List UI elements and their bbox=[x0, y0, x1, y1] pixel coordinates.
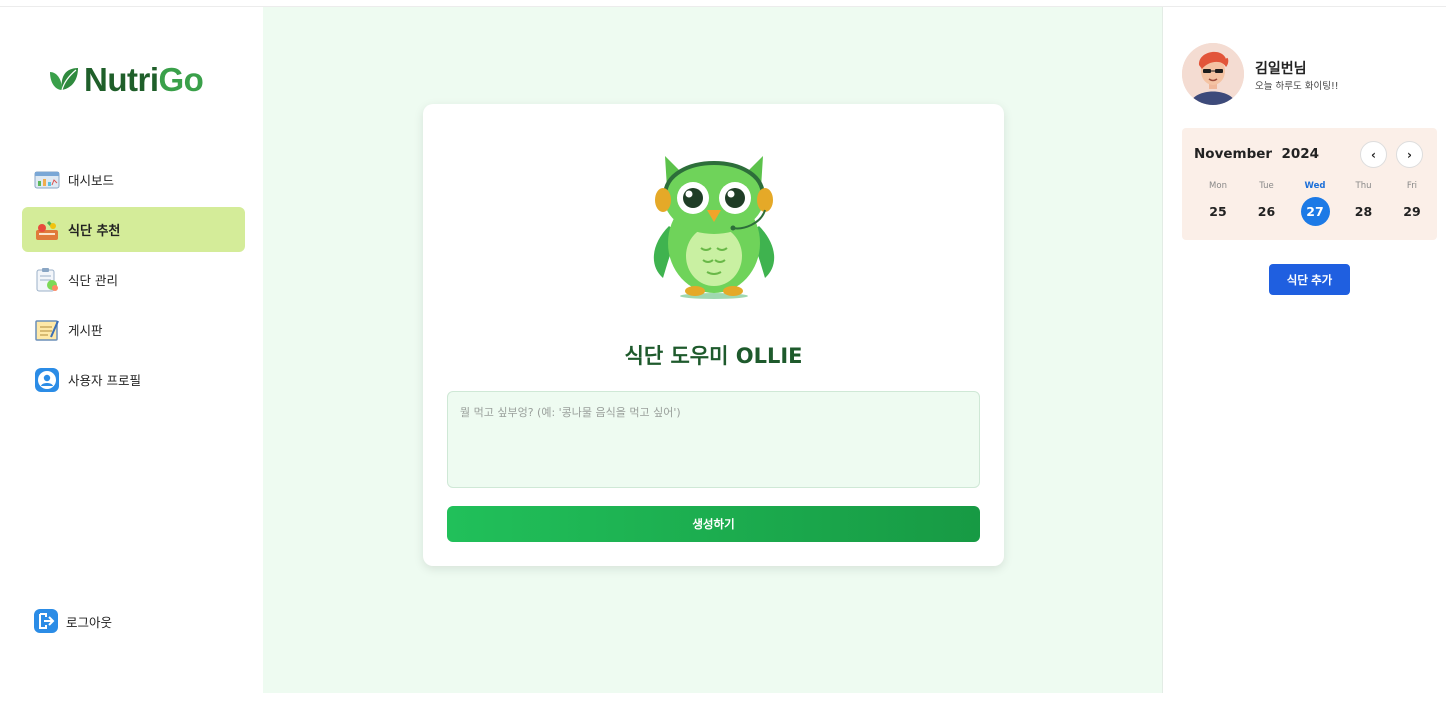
generate-button[interactable]: 생성하기 bbox=[447, 506, 980, 542]
user-name: 김일번님 bbox=[1255, 61, 1307, 77]
day-name: Tue bbox=[1259, 181, 1274, 191]
board-icon bbox=[34, 317, 60, 343]
owl-mascot-icon bbox=[653, 156, 775, 299]
day-name: Wed bbox=[1304, 181, 1326, 191]
day-date: 26 bbox=[1257, 204, 1276, 219]
calendar-month-year: November 2024 bbox=[1194, 146, 1320, 162]
chevron-right-icon: › bbox=[1407, 147, 1412, 162]
add-meal-button[interactable]: 식단 추가 bbox=[1269, 264, 1350, 295]
right-panel: 김일번님 오늘 하루도 화이팅!! November 2024 ‹ › Mon … bbox=[1164, 7, 1446, 693]
avatar[interactable] bbox=[1182, 43, 1244, 105]
day-date: 27 bbox=[1300, 197, 1330, 226]
logout-icon bbox=[34, 609, 58, 633]
day-name: Thu bbox=[1355, 181, 1372, 191]
sidebar-item-meal-recommend[interactable]: 식단 추천 bbox=[22, 207, 245, 252]
day-date: 28 bbox=[1354, 204, 1373, 219]
dashboard-icon bbox=[34, 167, 60, 193]
main-content: 식단 도우미 OLLIE 생성하기 bbox=[263, 7, 1163, 693]
sidebar-item-label: 대시보드 bbox=[68, 173, 115, 188]
sidebar-item-dashboard[interactable]: 대시보드 bbox=[22, 157, 245, 202]
meal-request-input[interactable] bbox=[447, 391, 980, 488]
calendar-day-selected[interactable]: Wed 27 bbox=[1299, 181, 1331, 226]
calendar-day[interactable]: Mon 25 bbox=[1202, 181, 1234, 226]
user-greeting: 오늘 하루도 화이팅!! bbox=[1255, 81, 1339, 92]
sidebar-item-user-profile[interactable]: 사용자 프로필 bbox=[22, 357, 245, 402]
meal-recommend-icon bbox=[34, 217, 60, 243]
sidebar-item-label: 사용자 프로필 bbox=[68, 373, 141, 388]
day-date: 25 bbox=[1209, 204, 1227, 219]
day-date: 29 bbox=[1403, 204, 1421, 219]
user-profile-icon bbox=[34, 367, 60, 393]
assistant-title: 식단 도우미 OLLIE bbox=[624, 344, 803, 368]
calendar-day[interactable]: Thu 28 bbox=[1348, 181, 1380, 226]
logo[interactable]: NutriGo bbox=[48, 61, 204, 99]
next-week-button[interactable]: › bbox=[1396, 141, 1423, 168]
day-name: Fri bbox=[1406, 181, 1418, 191]
week-calendar: November 2024 ‹ › Mon 25 Tue 26 Wed 27 T… bbox=[1182, 128, 1437, 240]
leaf-logo-icon bbox=[50, 68, 78, 91]
sidebar-item-label: 게시판 bbox=[68, 323, 103, 338]
calendar-day[interactable]: Tue 26 bbox=[1251, 181, 1283, 226]
meal-manage-icon bbox=[34, 267, 60, 293]
day-name: Mon bbox=[1209, 181, 1227, 191]
sidebar-nav: 대시보드 식단 추천 식단 관리 게시판 사용자 프로필 bbox=[22, 157, 245, 407]
chevron-left-icon: ‹ bbox=[1371, 147, 1376, 162]
brand-name: NutriGo bbox=[84, 61, 204, 98]
sidebar-item-meal-manage[interactable]: 식단 관리 bbox=[22, 257, 245, 302]
chat-card: 식단 도우미 OLLIE 생성하기 bbox=[423, 104, 1004, 566]
sidebar: NutriGo 대시보드 식단 추천 식단 관리 게시판 사용자 프로필 로그아… bbox=[0, 7, 263, 693]
sidebar-item-board[interactable]: 게시판 bbox=[22, 307, 245, 352]
prev-week-button[interactable]: ‹ bbox=[1360, 141, 1387, 168]
logout-button[interactable]: 로그아웃 bbox=[34, 609, 112, 633]
user-avatar-icon bbox=[1182, 43, 1244, 105]
sidebar-item-label: 식단 관리 bbox=[68, 273, 118, 288]
sidebar-item-label: 식단 추천 bbox=[68, 224, 121, 239]
calendar-day[interactable]: Fri 29 bbox=[1396, 181, 1428, 226]
calendar-days: Mon 25 Tue 26 Wed 27 Thu 28 Fri 29 bbox=[1202, 181, 1428, 226]
logout-label: 로그아웃 bbox=[66, 614, 113, 630]
